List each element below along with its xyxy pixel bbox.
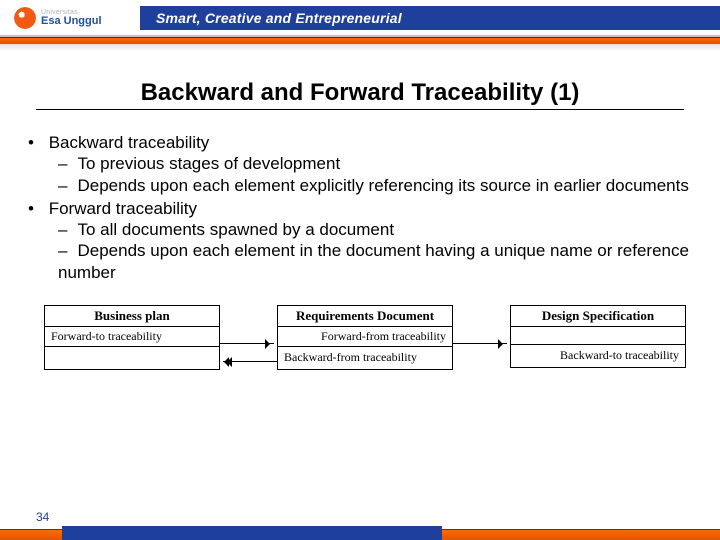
logo-icon [14,7,36,29]
box-requirements-document: Requirements Document Forward-from trace… [277,305,453,370]
traceability-diagram: Business plan Forward-to traceability Re… [44,305,686,370]
header-accent [0,38,720,44]
slide-footer: 34 [0,529,720,540]
box3-title: Design Specification [511,306,685,327]
box2-row1: Forward-from traceability [278,327,452,347]
footer-accent [0,530,720,540]
arrow-forward-to-icon [220,343,274,345]
arrow-backward-from-icon [223,361,277,363]
bullet-backward-sub1: To previous stages of development [58,153,692,174]
brand-logo: Universitas Esa Unggul [0,7,140,29]
tagline-bar: Smart, Creative and Entrepreneurial [140,6,720,30]
bullet-backward: Backward traceability [49,133,210,152]
box2-title: Requirements Document [278,306,452,327]
box3-row2: Backward-to traceability [511,345,685,367]
tagline-text: Smart, Creative and Entrepreneurial [156,10,402,26]
bullet-backward-sub2: Depends upon each element explicitly ref… [58,175,692,196]
arrow-forward-from-icon [453,343,507,345]
brand-name: Esa Unggul [41,16,102,27]
box1-row2 [45,347,219,369]
box3-row1 [511,327,685,345]
box2-row2: Backward-from traceability [278,347,452,369]
slide-title: Backward and Forward Traceability (1) [36,79,684,110]
slide-body: Backward traceability To previous stages… [28,132,692,283]
box-design-specification: Design Specification Backward-to traceab… [510,305,686,368]
bullet-forward-sub1: To all documents spawned by a document [58,219,692,240]
box-business-plan: Business plan Forward-to traceability [44,305,220,370]
page-number: 34 [36,510,49,524]
bullet-forward-sub2: Depends upon each element in the documen… [58,240,692,283]
box1-row1: Forward-to traceability [45,327,219,347]
box1-title: Business plan [45,306,219,327]
slide-header: Universitas Esa Unggul Smart, Creative a… [0,0,720,45]
bullet-forward: Forward traceability [49,199,197,218]
footer-blue-block [62,526,442,540]
